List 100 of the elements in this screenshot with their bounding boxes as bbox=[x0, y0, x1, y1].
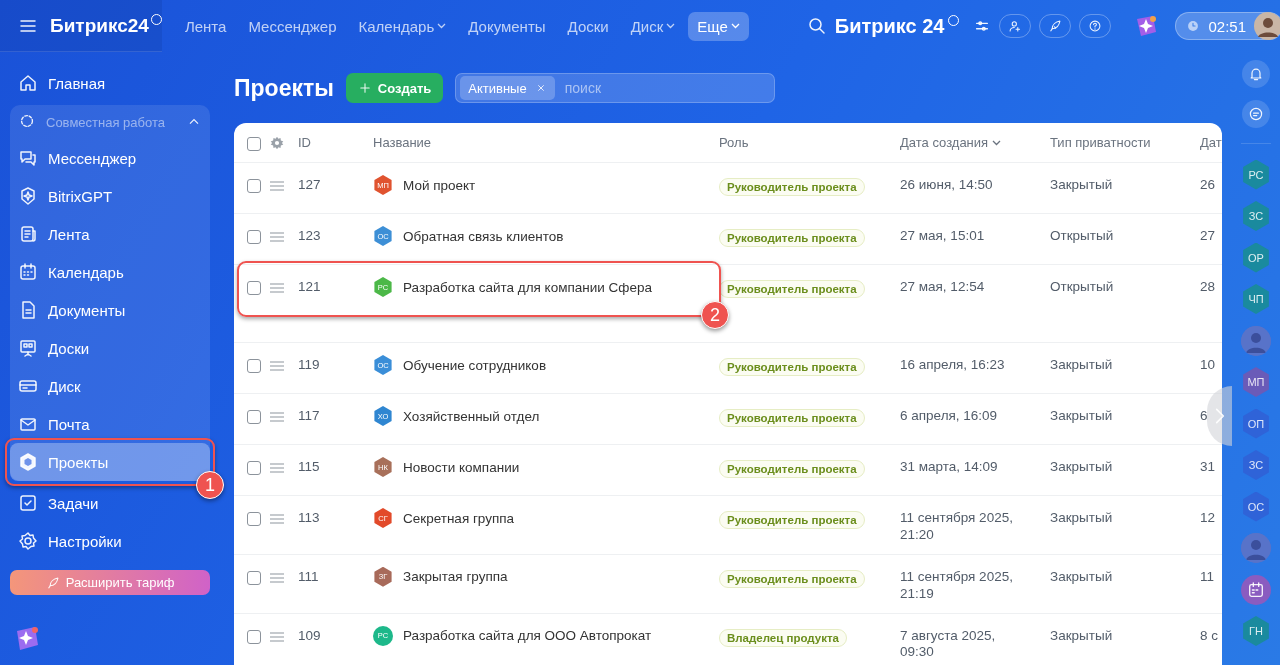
nav-tab[interactable]: Мессенджер bbox=[239, 11, 346, 41]
chat-button[interactable] bbox=[1242, 99, 1270, 128]
checkbox[interactable] bbox=[247, 512, 261, 526]
table-cell-text: 7 августа 2025, 09:30 bbox=[900, 627, 997, 662]
sidebar-item[interactable]: Почта bbox=[10, 405, 210, 443]
table-cell-text: 11 сентября 2025, 21:19 bbox=[900, 568, 1014, 603]
bell-icon bbox=[1248, 66, 1264, 82]
nav-tab[interactable]: Документы bbox=[459, 11, 555, 41]
checkbox[interactable] bbox=[247, 629, 261, 644]
group-avatar[interactable]: ГН bbox=[1241, 616, 1271, 646]
hexagon-icon bbox=[18, 452, 38, 472]
column-header[interactable]: Название bbox=[373, 135, 719, 150]
group-avatar[interactable]: РС bbox=[1241, 159, 1271, 190]
drag-handle-icon[interactable] bbox=[270, 282, 284, 294]
nav-tab[interactable]: Еще bbox=[688, 11, 749, 41]
project-link[interactable]: Секретная группа bbox=[403, 510, 515, 526]
drag-handle-icon[interactable] bbox=[270, 630, 284, 643]
sidebar-item[interactable]: BitrixGPT bbox=[10, 177, 210, 215]
checkbox[interactable] bbox=[247, 570, 261, 585]
group-avatar[interactable]: ОС bbox=[1241, 491, 1271, 522]
nav-tab[interactable]: Доски bbox=[558, 11, 618, 41]
search-icon[interactable] bbox=[806, 16, 827, 36]
table-cell-text: Закрытый bbox=[1050, 627, 1114, 643]
checkbox[interactable] bbox=[247, 410, 261, 424]
table-cell-text: 109 bbox=[298, 627, 322, 643]
project-link[interactable]: Закрытая группа bbox=[403, 569, 508, 585]
board-icon bbox=[18, 338, 38, 358]
upgrade-button[interactable]: Расширить тариф bbox=[10, 570, 210, 595]
sidebar-item[interactable]: Документы bbox=[10, 291, 210, 329]
table-cell-text: 26 июня, 14:50 bbox=[900, 177, 994, 194]
sidebar-item[interactable]: Настройки bbox=[10, 522, 210, 560]
search-field[interactable]: Активные поиск bbox=[455, 73, 776, 103]
checkbox[interactable] bbox=[247, 281, 261, 295]
create-button[interactable]: Создать bbox=[345, 73, 444, 103]
project-link[interactable]: Разработка сайта для ООО Автопрокат bbox=[403, 628, 652, 643]
checkbox[interactable] bbox=[247, 461, 261, 475]
drag-handle-icon[interactable] bbox=[270, 360, 284, 372]
checkbox[interactable] bbox=[247, 179, 261, 193]
time-pill[interactable]: 02:51 bbox=[1175, 12, 1280, 40]
column-header[interactable]: ID bbox=[298, 135, 373, 150]
column-header[interactable]: Дата создания bbox=[900, 135, 1050, 150]
sidebar-item[interactable]: Календарь bbox=[10, 253, 210, 291]
nav-tab[interactable]: Диск bbox=[621, 11, 685, 41]
sidebar-item[interactable]: Главная bbox=[10, 64, 210, 102]
drag-handle-icon[interactable] bbox=[270, 411, 284, 423]
drag-handle-icon[interactable] bbox=[270, 462, 284, 474]
table-cell-text: 16 апреля, 16:23 bbox=[900, 357, 1006, 374]
calendar-icon bbox=[18, 262, 38, 282]
column-header[interactable]: Дат bbox=[1200, 135, 1222, 150]
drag-handle-icon[interactable] bbox=[270, 231, 284, 243]
group-avatar[interactable]: ЗС bbox=[1241, 450, 1271, 480]
sidebar-item[interactable]: Диск bbox=[10, 367, 210, 405]
settings-icon[interactable] bbox=[270, 136, 284, 150]
table-cell-text: Закрытый bbox=[1050, 568, 1114, 584]
checkbox[interactable] bbox=[247, 359, 261, 373]
project-link[interactable]: Обучение сотрудников bbox=[403, 357, 547, 373]
sidebar-item[interactable]: Мессенджер bbox=[10, 139, 210, 177]
nav-tab[interactable]: Календарь bbox=[349, 11, 456, 41]
group-avatar[interactable]: МП bbox=[1241, 367, 1271, 397]
role-tag: Руководитель проекта bbox=[719, 229, 865, 247]
project-link[interactable]: Хозяйственный отдел bbox=[403, 408, 540, 424]
avatar-icon[interactable] bbox=[1241, 533, 1271, 563]
table-cell-text: 27 мая, 12:54 bbox=[900, 279, 986, 296]
table-cell-text: 12 bbox=[1200, 510, 1217, 525]
calendar-icon[interactable] bbox=[1241, 574, 1271, 605]
drag-handle-icon[interactable] bbox=[270, 513, 284, 525]
project-link[interactable]: Разработка сайта для компании Сфера bbox=[403, 279, 652, 295]
table-cell-text: Закрытый bbox=[1050, 408, 1114, 423]
column-header[interactable]: Роль bbox=[719, 135, 900, 150]
role-tag: Руководитель проекта bbox=[719, 409, 865, 427]
table-cell-text: 11 bbox=[1200, 568, 1215, 584]
group-avatar[interactable]: ЧП bbox=[1241, 284, 1271, 314]
scroll-right-button[interactable] bbox=[1207, 386, 1232, 446]
notifications-button[interactable] bbox=[1242, 60, 1270, 88]
group-avatar[interactable]: ОП bbox=[1241, 408, 1271, 439]
project-link[interactable]: Новости компании bbox=[403, 459, 520, 475]
sidebar-item[interactable]: Доски bbox=[10, 329, 210, 367]
project-link[interactable]: Мой проект bbox=[403, 177, 476, 193]
drag-handle-icon[interactable] bbox=[270, 180, 284, 192]
sidebar-item[interactable]: Лента bbox=[10, 215, 210, 253]
chevron-down-icon bbox=[992, 139, 1002, 146]
table-cell-text: 8 с bbox=[1200, 627, 1219, 643]
group-avatar[interactable]: ОР bbox=[1241, 242, 1271, 273]
checkbox[interactable] bbox=[247, 230, 261, 244]
group-title: Совместная работа bbox=[46, 114, 166, 130]
table-cell-text: Открытый bbox=[1050, 279, 1115, 294]
nav-tab[interactable]: Лента bbox=[175, 11, 236, 41]
avatar-icon[interactable] bbox=[1241, 325, 1271, 356]
chat-icon bbox=[18, 148, 38, 168]
user-plus-icon bbox=[1008, 19, 1023, 33]
checkbox[interactable] bbox=[247, 137, 261, 151]
filter-chip[interactable]: Активные bbox=[460, 76, 555, 100]
group-avatar[interactable]: ЗС bbox=[1241, 201, 1271, 231]
column-header[interactable]: Тип приватности bbox=[1050, 135, 1200, 150]
role-tag: Руководитель проекта bbox=[719, 358, 865, 376]
table-cell-text: Закрытый bbox=[1050, 357, 1114, 372]
table-cell-text: 31 марта, 14:09 bbox=[900, 459, 999, 476]
project-link[interactable]: Обратная связь клиентов bbox=[403, 228, 564, 244]
drag-handle-icon[interactable] bbox=[270, 571, 284, 584]
avatar-icon[interactable] bbox=[1254, 12, 1280, 40]
